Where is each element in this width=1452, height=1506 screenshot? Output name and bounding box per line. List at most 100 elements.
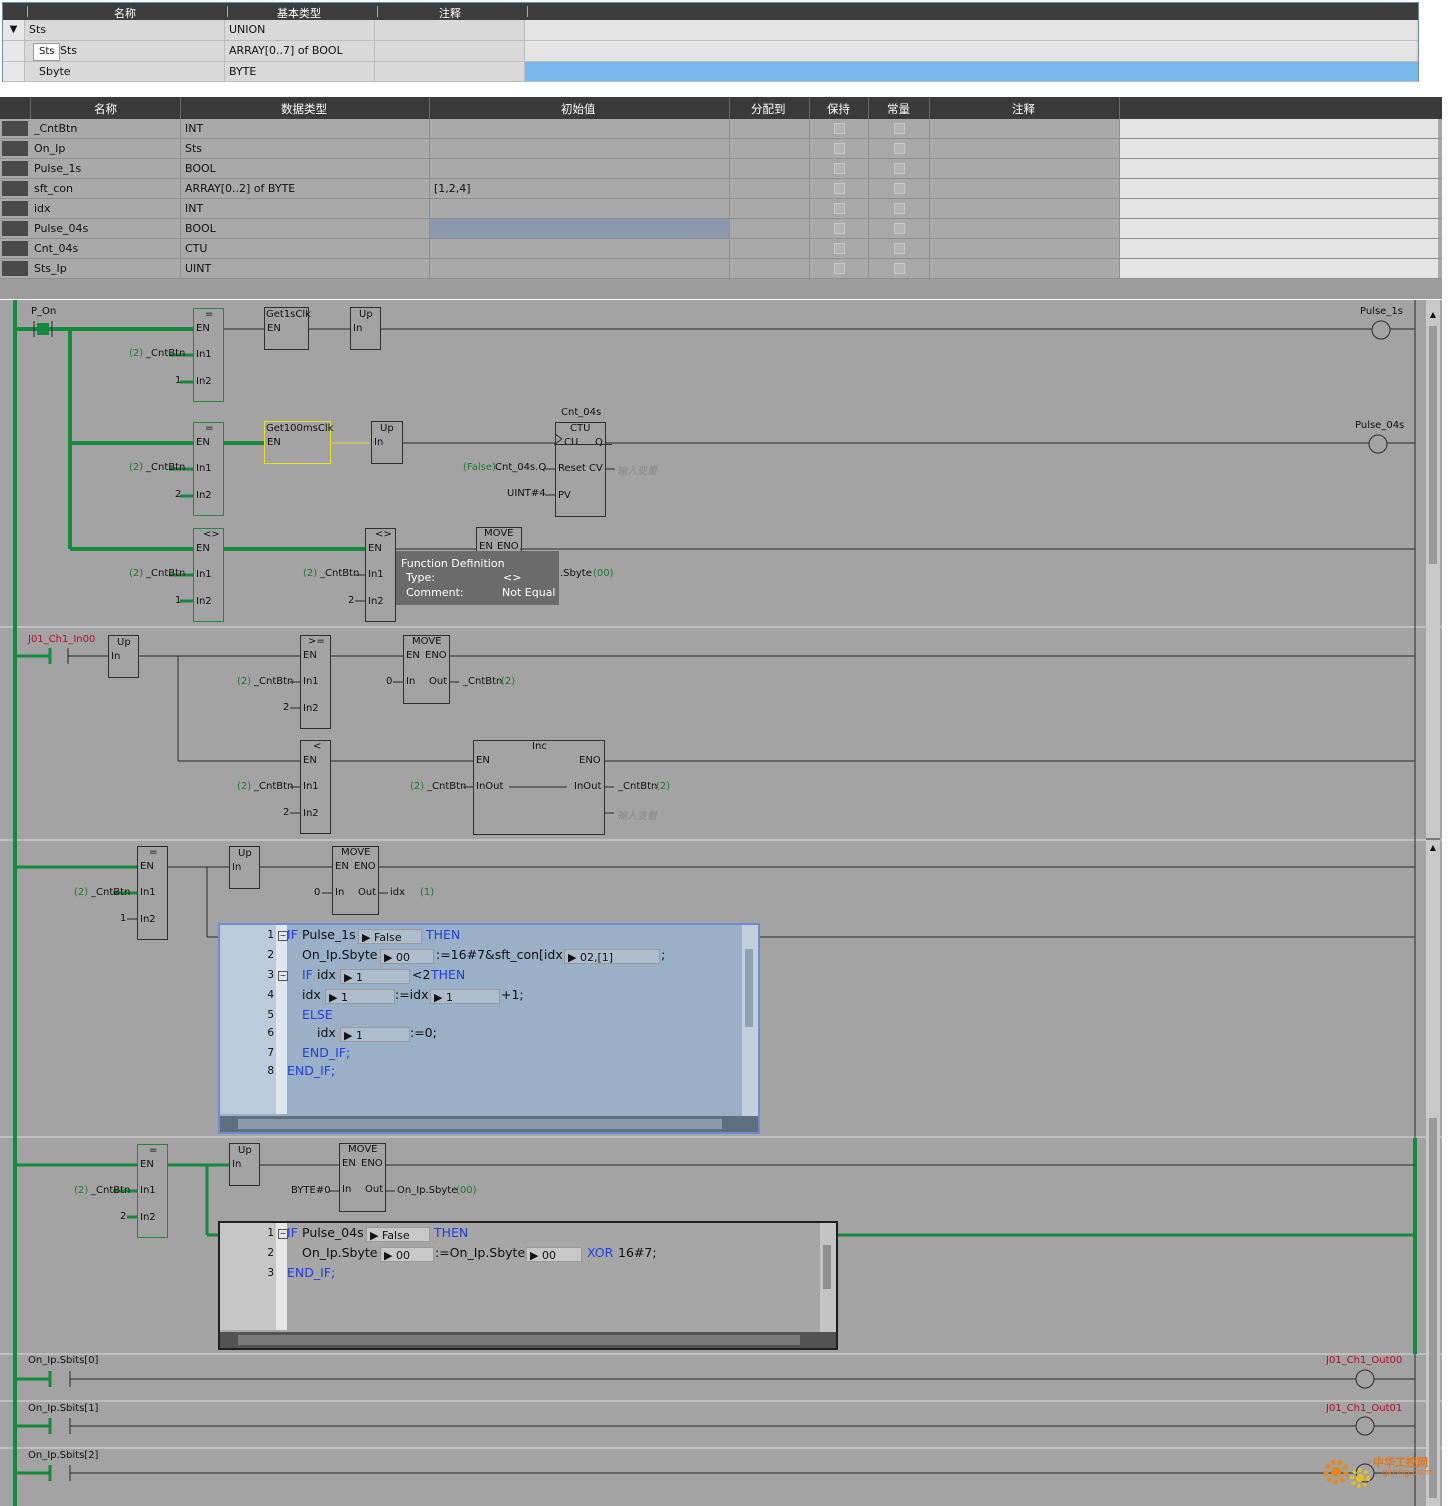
- operand[interactable]: _CntBtn: [254, 676, 293, 687]
- scroll-up-icon[interactable]: ▲: [1428, 843, 1438, 853]
- operand[interactable]: On_Ip.Sbyte: [397, 1185, 457, 1196]
- expand-icon[interactable]: ▼: [3, 20, 25, 40]
- col-assigned-to[interactable]: 分配到: [751, 101, 786, 117]
- fb-less-than[interactable]: < EN In1 In2: [300, 740, 331, 834]
- constant-checkbox[interactable]: [893, 143, 905, 154]
- operand[interactable]: 2: [283, 702, 289, 713]
- st-expression[interactable]: <2: [412, 967, 430, 982]
- cell-constant[interactable]: [869, 239, 930, 258]
- cell-init[interactable]: [1,2,4]: [430, 179, 730, 198]
- cell-name[interactable]: _CntBtn: [30, 119, 181, 138]
- st-expression[interactable]: 16#7;: [618, 1245, 657, 1260]
- scroll-up-icon[interactable]: ▲: [1428, 310, 1438, 320]
- scroll-thumb[interactable]: [823, 1245, 831, 1289]
- cell-retain[interactable]: [810, 199, 869, 218]
- st-expression[interactable]: :=On_Ip.Sbyte: [435, 1245, 525, 1260]
- retain-checkbox[interactable]: [833, 263, 845, 274]
- cell-init[interactable]: [430, 159, 730, 178]
- constant-checkbox[interactable]: [893, 223, 905, 234]
- coil-pulse-04s[interactable]: Pulse_04s: [1355, 420, 1404, 431]
- cell-empty[interactable]: [730, 139, 810, 158]
- col-comment[interactable]: 注释: [439, 5, 461, 21]
- cell-name[interactable]: Pulse_1s: [30, 159, 181, 178]
- fb-up-3[interactable]: Up In: [108, 635, 139, 678]
- row-grip-icon[interactable]: [2, 161, 28, 176]
- scroll-thumb[interactable]: [1429, 1118, 1437, 1498]
- fb-move-4[interactable]: MOVE EN ENO In Out: [339, 1143, 386, 1212]
- fb-ctu[interactable]: CTU CU Q Reset CV PV: [555, 422, 606, 517]
- constant-checkbox[interactable]: [893, 183, 905, 194]
- union-type[interactable]: UNION: [225, 20, 375, 40]
- operand[interactable]: UINT#4: [507, 488, 546, 499]
- inline-st-block-1[interactable]: 1 2 3 4 5 6 7 8 − − IF Pulse_1s ▶ False …: [218, 923, 760, 1134]
- union-type[interactable]: BYTE: [225, 62, 375, 81]
- fb-up-1[interactable]: Up In: [350, 307, 381, 350]
- constant-checkbox[interactable]: [893, 243, 905, 254]
- cell-name[interactable]: sft_con: [30, 179, 181, 198]
- col-comment[interactable]: 注释: [1012, 101, 1035, 117]
- cell-retain[interactable]: [810, 259, 869, 278]
- cell-retain[interactable]: [810, 219, 869, 238]
- union-name[interactable]: Sts Sts: [25, 41, 225, 61]
- split-divider[interactable]: [1426, 838, 1440, 840]
- union-type[interactable]: ARRAY[0..7] of BOOL: [225, 41, 375, 61]
- fb-get100msclk[interactable]: Get100msClk EN: [264, 421, 333, 464]
- st-expression[interactable]: :=idx: [395, 987, 429, 1002]
- variable-row[interactable]: _CntBtn INT: [0, 119, 1442, 139]
- fb-inc[interactable]: Inc EN ENO InOut InOut: [473, 740, 605, 835]
- fb-greater-equal[interactable]: >= EN In1 In2: [300, 635, 331, 729]
- cell-retain[interactable]: [810, 159, 869, 178]
- cell-name[interactable]: idx: [30, 199, 181, 218]
- col-name[interactable]: 名称: [94, 101, 117, 117]
- operand[interactable]: _CntBtn: [146, 568, 185, 579]
- contact-p-on[interactable]: P_On: [31, 306, 56, 317]
- contact-sbits-1[interactable]: On_Ip.Sbits[1]: [28, 1403, 98, 1414]
- operand[interactable]: 1: [120, 913, 126, 924]
- variable-row[interactable]: Pulse_1s BOOL: [0, 159, 1442, 179]
- cell-init[interactable]: [430, 259, 730, 278]
- coil-pulse-1s[interactable]: Pulse_1s: [1360, 306, 1403, 317]
- cell-type[interactable]: ARRAY[0..2] of BYTE: [181, 179, 430, 198]
- st-variable[interactable]: idx: [317, 967, 336, 982]
- cell-empty[interactable]: [730, 119, 810, 138]
- operand[interactable]: BYTE#0: [291, 1185, 331, 1196]
- fb-up-5[interactable]: Up In: [229, 1143, 260, 1186]
- scroll-thumb[interactable]: [238, 1335, 800, 1345]
- cell-empty[interactable]: [730, 239, 810, 258]
- row-grip-icon[interactable]: [2, 201, 28, 216]
- fb-equal-4[interactable]: = EN In1 In2: [137, 1144, 168, 1238]
- collapse-icon[interactable]: −: [278, 971, 288, 981]
- fb-move-2[interactable]: MOVE EN ENO In Out: [403, 635, 450, 704]
- cell-constant[interactable]: [869, 179, 930, 198]
- cell-init[interactable]: [430, 119, 730, 138]
- fb-not-equal-1[interactable]: <> EN In1 In2: [193, 528, 224, 622]
- union-comment[interactable]: [375, 41, 525, 61]
- cell-type[interactable]: Sts: [181, 139, 430, 158]
- cell-constant[interactable]: [869, 199, 930, 218]
- retain-checkbox[interactable]: [833, 123, 845, 134]
- monitor-box[interactable]: ▶ False: [366, 1227, 430, 1242]
- row-grip-icon[interactable]: [2, 221, 28, 236]
- constant-checkbox[interactable]: [893, 123, 905, 134]
- cell-empty[interactable]: [930, 179, 1120, 198]
- cell-empty[interactable]: [730, 199, 810, 218]
- operand[interactable]: _CntBtn: [463, 676, 502, 687]
- fb-instance-name[interactable]: Cnt_04s: [561, 407, 601, 418]
- col-data-type[interactable]: 数据类型: [281, 101, 327, 117]
- coil-j01-ch1-out01[interactable]: J01_Ch1_Out01: [1326, 1403, 1402, 1414]
- cell-name[interactable]: Sts_Ip: [30, 259, 181, 278]
- monitor-box[interactable]: ▶ 00: [380, 1247, 434, 1262]
- operand[interactable]: 0: [314, 887, 320, 898]
- cell-constant[interactable]: [869, 219, 930, 238]
- cell-init[interactable]: [430, 219, 730, 238]
- retain-checkbox[interactable]: [833, 183, 845, 194]
- operand[interactable]: 2: [348, 595, 354, 606]
- cell-name[interactable]: Pulse_04s: [30, 219, 181, 238]
- union-row-sbits[interactable]: Sts Sts ARRAY[0..7] of BOOL: [3, 41, 1418, 62]
- cell-retain[interactable]: [810, 139, 869, 158]
- monitor-box[interactable]: ▶ 1: [340, 969, 410, 984]
- cell-constant[interactable]: [869, 119, 930, 138]
- row-grip-icon[interactable]: [2, 261, 28, 276]
- cell-name[interactable]: Cnt_04s: [30, 239, 181, 258]
- st-expression[interactable]: :=16#7&sft_con[idx]: [436, 947, 568, 962]
